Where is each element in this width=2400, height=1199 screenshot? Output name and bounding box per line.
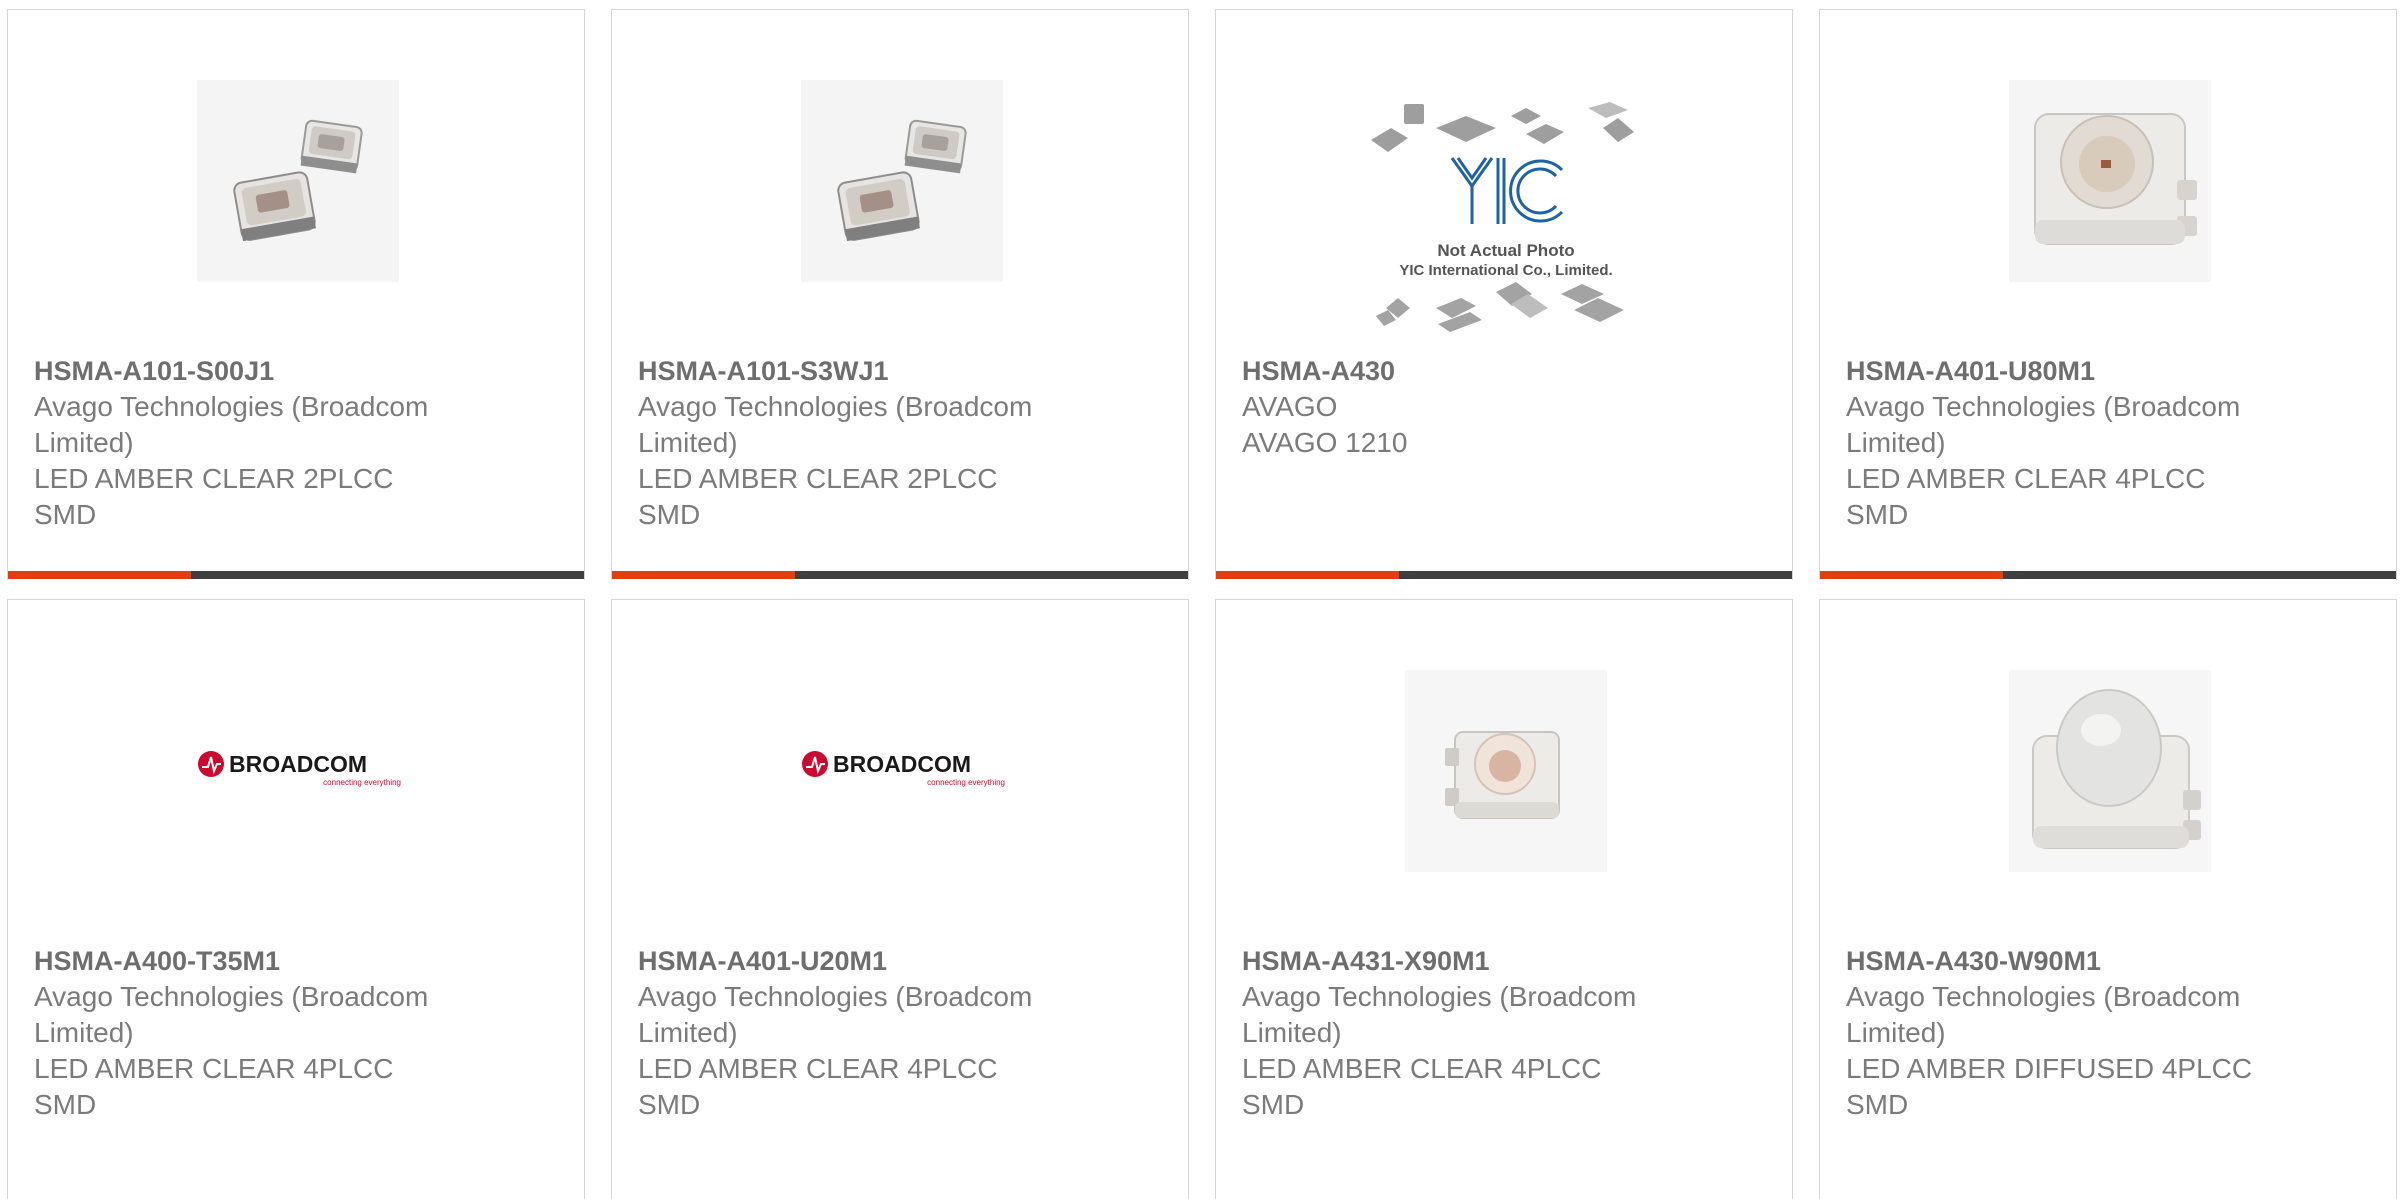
description: LED AMBER DIFFUSED 4PLCC SMD: [1846, 1053, 2253, 1120]
card-accent-bar: [1820, 571, 2003, 579]
manufacturer: Avago Technologies (Broadcom Limited): [34, 981, 429, 1048]
product-card[interactable]: BROADCOM connecting everything HSMA-A401…: [611, 599, 1189, 1199]
led-2plcc-icon[interactable]: [801, 80, 1003, 282]
product-info: HSMA-A430-W90M1 Avago Technologies (Broa…: [1846, 943, 2306, 1123]
description: LED AMBER CLEAR 4PLCC SMD: [638, 1053, 998, 1120]
part-number[interactable]: HSMA-A431-X90M1: [1242, 943, 1702, 979]
manufacturer: Avago Technologies (Broadcom Limited): [638, 981, 1033, 1048]
card-accent-bar: [1216, 571, 1399, 579]
description: LED AMBER CLEAR 4PLCC SMD: [34, 1053, 394, 1120]
product-info: HSMA-A401-U80M1 Avago Technologies (Broa…: [1846, 353, 2306, 533]
manufacturer: Avago Technologies (Broadcom Limited): [1846, 981, 2241, 1048]
manufacturer: Avago Technologies (Broadcom Limited): [638, 391, 1033, 458]
not-actual-photo-icon[interactable]: Not Actual Photo YIC International Co., …: [1366, 98, 1646, 338]
description: LED AMBER CLEAR 2PLCC SMD: [638, 463, 998, 530]
product-card[interactable]: HSMA-A401-U80M1 Avago Technologies (Broa…: [1819, 9, 2397, 580]
led-4plcc-lens-icon[interactable]: [1405, 670, 1607, 872]
part-number[interactable]: HSMA-A430: [1242, 353, 1702, 389]
product-card[interactable]: HSMA-A430-W90M1 Avago Technologies (Broa…: [1819, 599, 2397, 1199]
card-bottom-bar: [8, 571, 584, 579]
product-card[interactable]: Not Actual Photo YIC International Co., …: [1215, 9, 1793, 580]
card-bottom-bar: [1216, 571, 1792, 579]
product-info: HSMA-A401-U20M1 Avago Technologies (Broa…: [638, 943, 1098, 1123]
product-grid: HSMA-A101-S00J1 Avago Technologies (Broa…: [0, 0, 2400, 1199]
placeholder-company-text: YIC International Co., Limited.: [1399, 262, 1612, 279]
card-bottom-bar: [1820, 571, 2396, 579]
part-number[interactable]: HSMA-A400-T35M1: [34, 943, 494, 979]
card-accent-bar: [8, 571, 191, 579]
description: LED AMBER CLEAR 2PLCC SMD: [34, 463, 394, 530]
led-4plcc-icon[interactable]: [2009, 80, 2211, 282]
product-info: HSMA-A400-T35M1 Avago Technologies (Broa…: [34, 943, 494, 1123]
broadcom-tagline: connecting everything: [927, 778, 1005, 787]
product-info: HSMA-A101-S3WJ1 Avago Technologies (Broa…: [638, 353, 1098, 533]
product-info: HSMA-A430 AVAGO AVAGO 1210: [1242, 353, 1702, 461]
manufacturer: Avago Technologies (Broadcom Limited): [1846, 391, 2241, 458]
part-number[interactable]: HSMA-A401-U80M1: [1846, 353, 2306, 389]
product-card[interactable]: HSMA-A101-S00J1 Avago Technologies (Broa…: [7, 9, 585, 580]
part-number[interactable]: HSMA-A401-U20M1: [638, 943, 1098, 979]
product-card[interactable]: HSMA-A431-X90M1 Avago Technologies (Broa…: [1215, 599, 1793, 1199]
description: LED AMBER CLEAR 4PLCC SMD: [1846, 463, 2206, 530]
part-number[interactable]: HSMA-A101-S00J1: [34, 353, 494, 389]
broadcom-logo-icon[interactable]: BROADCOM connecting everything: [197, 745, 407, 795]
card-bottom-bar: [612, 571, 1188, 579]
card-accent-bar: [612, 571, 795, 579]
product-card[interactable]: HSMA-A101-S3WJ1 Avago Technologies (Broa…: [611, 9, 1189, 580]
broadcom-logo-text: BROADCOM: [833, 751, 971, 777]
product-info: HSMA-A431-X90M1 Avago Technologies (Broa…: [1242, 943, 1702, 1123]
description: LED AMBER CLEAR 4PLCC SMD: [1242, 1053, 1602, 1120]
broadcom-logo-icon[interactable]: BROADCOM connecting everything: [801, 745, 1011, 795]
part-number[interactable]: HSMA-A430-W90M1: [1846, 943, 2306, 979]
manufacturer: Avago Technologies (Broadcom Limited): [1242, 981, 1637, 1048]
led-4plcc-dome-icon[interactable]: [2009, 670, 2211, 872]
broadcom-tagline: connecting everything: [323, 778, 401, 787]
manufacturer: Avago Technologies (Broadcom Limited): [34, 391, 429, 458]
product-card[interactable]: BROADCOM connecting everything HSMA-A400…: [7, 599, 585, 1199]
product-info: HSMA-A101-S00J1 Avago Technologies (Broa…: [34, 353, 494, 533]
not-actual-photo-text: Not Actual Photo: [1437, 241, 1574, 260]
description: AVAGO 1210: [1242, 427, 1408, 458]
led-2plcc-icon[interactable]: [197, 80, 399, 282]
broadcom-logo-text: BROADCOM: [229, 751, 367, 777]
part-number[interactable]: HSMA-A101-S3WJ1: [638, 353, 1098, 389]
manufacturer: AVAGO: [1242, 391, 1338, 422]
